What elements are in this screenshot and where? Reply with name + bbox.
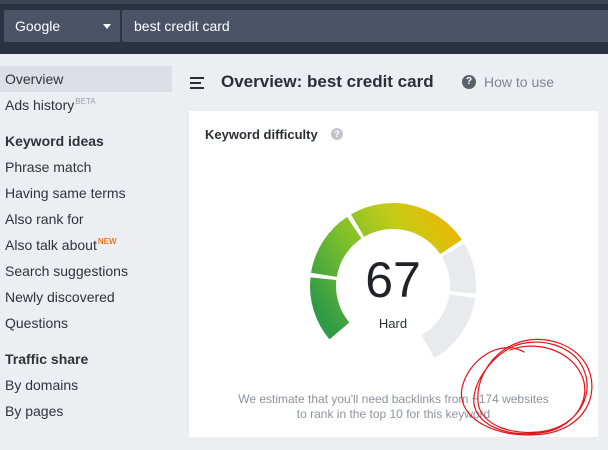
chevron-down-icon [103, 24, 111, 29]
gauge-filled-segment [350, 202, 462, 255]
page-title: Overview: best credit card [221, 72, 434, 91]
sidebar-item-by-pages[interactable]: By pages [0, 398, 175, 424]
difficulty-label: Hard [378, 316, 408, 331]
top-bar-accent [0, 0, 608, 4]
gauge-track-segment [441, 243, 476, 294]
sidebar-item-also-talk-about[interactable]: Also talk aboutNEW [0, 232, 175, 258]
hamburger-menu-icon[interactable] [190, 77, 204, 89]
sidebar-item-having-same-terms[interactable]: Having same terms [0, 180, 175, 206]
keyword-difficulty-card: Keyword difficulty ? 67 Hard We estimate… [189, 111, 598, 437]
search-engine-value: Google [15, 18, 61, 34]
sidebar-item-questions[interactable]: Questions [0, 310, 175, 336]
search-engine-select[interactable]: Google [4, 10, 120, 42]
sidebar-item-label: Ads history [5, 97, 75, 113]
question-circle-icon[interactable]: ? [462, 75, 476, 89]
sidebar-item-also-rank-for[interactable]: Also rank for [0, 206, 175, 232]
sidebar-item-by-domains[interactable]: By domains [0, 372, 175, 398]
difficulty-score: 67 [365, 252, 421, 308]
new-badge: NEW [97, 237, 117, 247]
sidebar-item-label: Also talk about [5, 237, 97, 253]
sidebar: Overview Ads historyBETA Keyword ideas P… [0, 66, 175, 424]
sidebar-item-search-suggestions[interactable]: Search suggestions [0, 258, 175, 284]
sidebar-item-newly-discovered[interactable]: Newly discovered [0, 284, 175, 310]
top-bar: Google [0, 0, 608, 54]
how-to-use-link[interactable]: How to use [484, 74, 554, 90]
page-header: Overview: best credit card ? How to use [188, 70, 598, 96]
backlinks-estimate: We estimate that you'll need backlinks f… [189, 392, 598, 422]
traffic-share-heading: Traffic share [5, 351, 89, 367]
sidebar-item-overview[interactable]: Overview [0, 66, 172, 92]
keyword-search-input[interactable] [122, 10, 608, 42]
keyword-ideas-heading: Keyword ideas [5, 133, 104, 149]
sidebar-item-ads-history[interactable]: Ads historyBETA [0, 92, 175, 118]
beta-badge: BETA [75, 97, 96, 107]
estimate-line-2: to rank in the top 10 for this keyword [296, 407, 491, 421]
estimate-line-1: We estimate that you'll need backlinks f… [238, 392, 549, 406]
sidebar-item-phrase-match[interactable]: Phrase match [0, 154, 175, 180]
